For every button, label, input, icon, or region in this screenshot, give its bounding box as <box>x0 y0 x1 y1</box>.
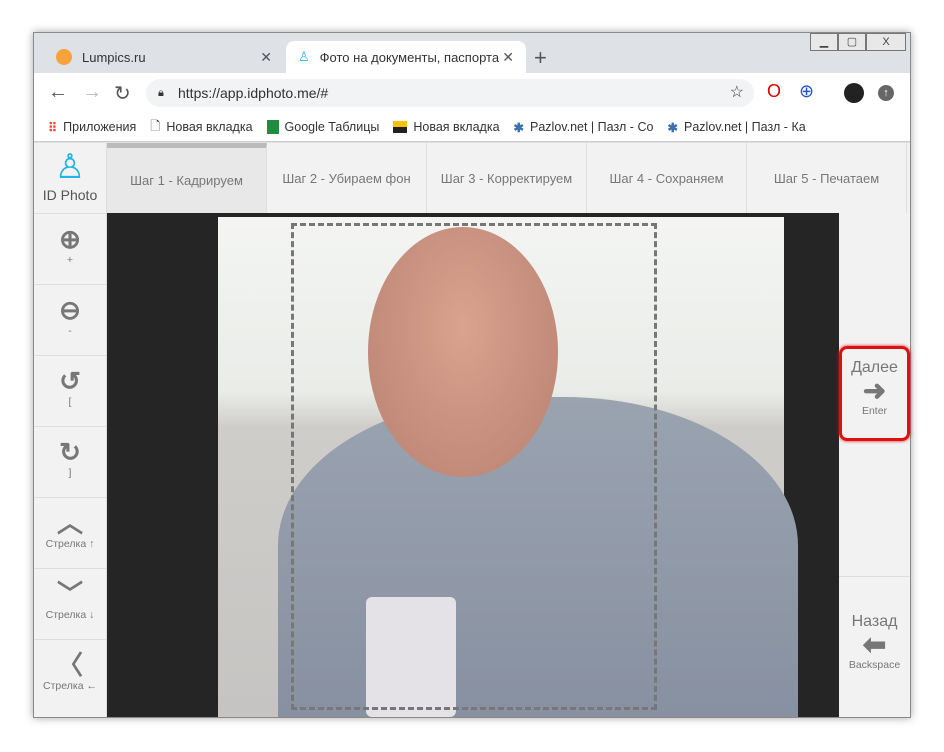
avatar[interactable] <box>844 83 864 103</box>
tab-idphoto[interactable]: ♙ Фото на документы, паспорта, з ✕ <box>286 41 526 73</box>
back-icon[interactable]: ← <box>48 81 68 104</box>
logo: ♙ ID Photo <box>34 143 106 213</box>
tab-step-2[interactable]: Шаг 2 - Убираем фон <box>267 143 427 213</box>
bookmark-newtab-1[interactable]: 🗋︎ Новая вкладка <box>150 117 252 138</box>
divider <box>839 576 910 577</box>
step-tabs: Шаг 1 - Кадрируем Шаг 2 - Убираем фон Ша… <box>107 143 910 213</box>
reload-icon[interactable]: ↻ <box>114 81 131 106</box>
crop-frame[interactable] <box>291 223 657 710</box>
maximize-button[interactable]: ▢ <box>838 33 866 51</box>
close-tab-icon[interactable]: ✕ <box>502 49 514 66</box>
zoom-out-icon: ⊖ <box>59 295 81 325</box>
bookmarks-bar: ⠿ Приложения 🗋︎ Новая вкладка Google Табли… <box>34 113 910 142</box>
orange-icon <box>56 49 72 65</box>
puzzle-icon: ✱ <box>667 120 679 135</box>
apps-grid-icon: ⠿ <box>48 120 58 135</box>
globe-icon[interactable]: ⊕ <box>799 81 814 102</box>
rotate-left-icon: ↺ <box>59 366 81 396</box>
next-button[interactable]: Далее ➜ Enter <box>839 346 910 441</box>
lock-icon: 🔒︎ <box>158 87 164 99</box>
bookmark-pazlov-1[interactable]: ✱ Pazlov.net | Пазл - Со <box>514 120 654 135</box>
opera-icon[interactable]: O <box>767 81 781 102</box>
chevron-up-icon: ︿ <box>56 508 83 538</box>
id-photo-logo-icon: ♙ <box>54 148 86 186</box>
move-down-button[interactable]: ﹀ Стрелка ↓ <box>34 568 106 639</box>
chevron-down-icon: ﹀ <box>56 579 83 609</box>
move-left-button[interactable]: 〈 Стрелка ← <box>34 639 106 710</box>
chevron-left-icon: 〈 <box>56 650 83 680</box>
nav-panel: Далее ➜ Enter Назад ⬅ Backspace <box>839 213 910 717</box>
tab-step-5[interactable]: Шаг 5 - Печатаем <box>747 143 907 213</box>
tab-step-1[interactable]: Шаг 1 - Кадрируем <box>107 143 267 213</box>
star-icon[interactable]: ☆ <box>730 79 744 107</box>
idphoto-app: ♙ ID Photo ⊕ + ⊖ - ↺[ ↻] ︿ Стрелка ↑ ﹀ Стрел… <box>34 143 910 717</box>
back-button[interactable]: Назад ⬅ Backspace <box>839 613 910 671</box>
address-bar: ← → ↻ 🔒︎ https://app.idphoto.me/# ☆ O ⊕ … <box>34 73 910 113</box>
tab-step-3[interactable]: Шаг 3 - Корректируем <box>427 143 587 213</box>
tool-sidebar: ♙ ID Photo ⊕ + ⊖ - ↺[ ↻] ︿ Стрелка ↑ ﹀ Стрел… <box>34 143 107 717</box>
crop-stage <box>107 213 839 717</box>
url-text: https://app.idphoto.me/# <box>178 85 329 101</box>
browser-window: ▁ ▢ X Lumpics.ru ✕ ♙ Фото на документы, … <box>33 32 911 718</box>
forward-icon[interactable]: → <box>82 81 102 104</box>
tab-title: Lumpics.ru <box>82 49 146 65</box>
zoom-out-button[interactable]: ⊖ - <box>34 284 106 355</box>
sheets-icon <box>266 120 279 134</box>
close-tab-icon[interactable]: ✕ <box>260 49 272 66</box>
arrow-left-icon: ⬅ <box>862 629 887 660</box>
window-controls: ▁ ▢ X <box>810 33 906 51</box>
rotate-right-icon: ↻ <box>59 437 81 467</box>
new-tab-button[interactable]: + <box>534 45 547 71</box>
bookmark-apps[interactable]: ⠿ Приложения <box>48 120 136 135</box>
tab-step-4[interactable]: Шаг 4 - Сохраняем <box>587 143 747 213</box>
update-icon[interactable]: ↑ <box>878 85 894 101</box>
bookmark-newtab-2[interactable]: Новая вкладка <box>393 120 500 134</box>
page-icon: 🗋︎ <box>150 118 161 133</box>
move-up-button[interactable]: ︿ Стрелка ↑ <box>34 497 106 568</box>
zoom-in-icon: ⊕ <box>59 224 81 254</box>
tab-lumpics[interactable]: Lumpics.ru ✕ <box>44 41 284 73</box>
portrait-photo[interactable] <box>218 217 798 717</box>
minimize-button[interactable]: ▁ <box>810 33 838 51</box>
close-window-button[interactable]: X <box>866 33 906 51</box>
idphoto-icon: ♙ <box>298 49 310 64</box>
url-input[interactable]: 🔒︎ https://app.idphoto.me/# ☆ <box>146 79 754 107</box>
puzzle-icon: ✱ <box>513 120 525 135</box>
image-icon <box>393 121 408 133</box>
arrow-right-icon: ➜ <box>862 375 887 406</box>
bookmark-pazlov-2[interactable]: ✱ Pazlov.net | Пазл - Ка <box>668 120 808 135</box>
bookmark-sheets[interactable]: Google Таблицы <box>266 120 379 134</box>
zoom-in-button[interactable]: ⊕ + <box>34 213 106 284</box>
rotate-right-button[interactable]: ↻] <box>34 426 106 497</box>
rotate-left-button[interactable]: ↺[ <box>34 355 106 426</box>
tab-title: Фото на документы, паспорта, з <box>319 49 500 65</box>
